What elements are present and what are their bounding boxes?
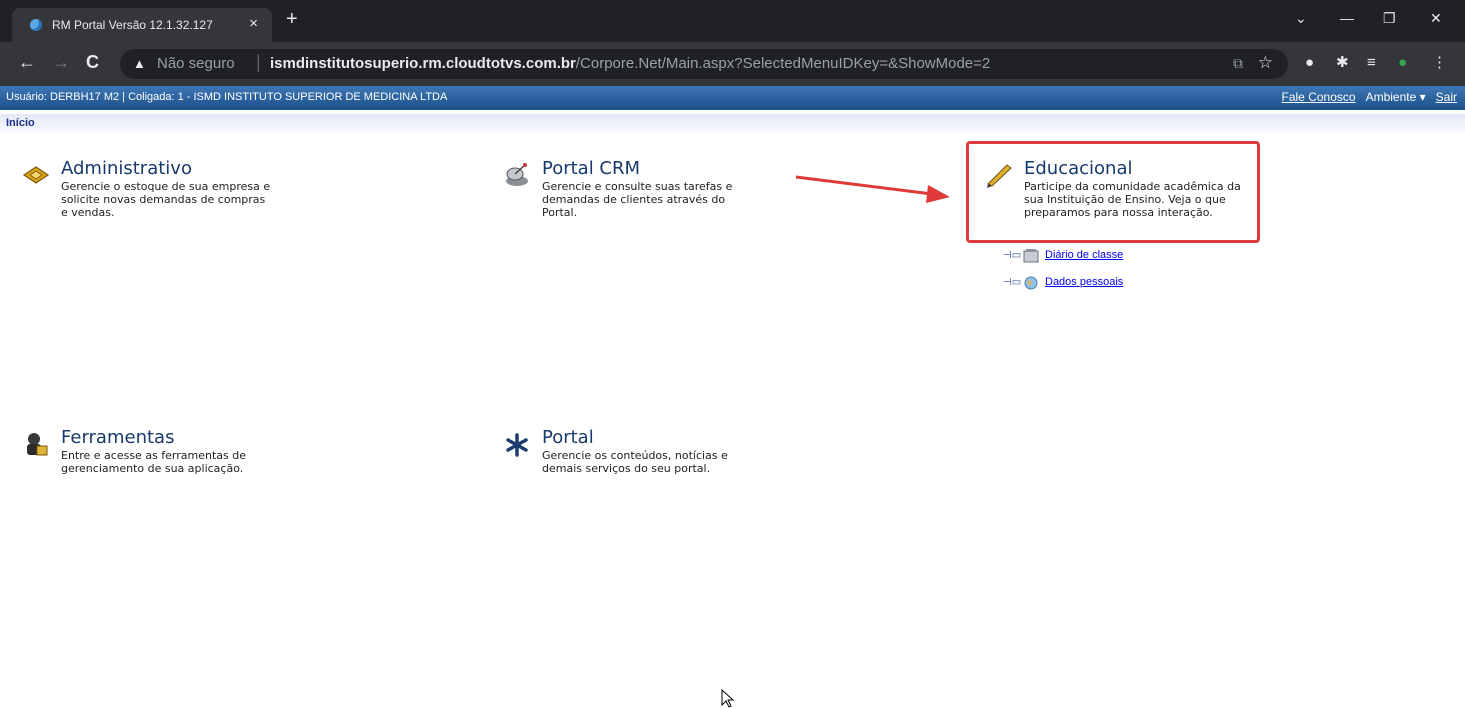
annotation-arrow [795,175,950,203]
pin-icon: ⊣▭ [1003,250,1022,261]
sair-link[interactable]: Sair [1436,90,1457,104]
new-tab-button[interactable]: + [286,9,298,29]
tab-title: RM Portal Versão 12.1.32.127 [52,18,213,32]
back-icon[interactable]: ← [18,53,36,71]
module-description: Gerencie os conteúdos, notícias e demais… [542,449,728,475]
module-title[interactable]: Administrativo [61,158,192,179]
address-separator: | [256,52,261,72]
satellite-icon [506,163,528,186]
diario-de-classe-link[interactable]: Diário de classe [1045,249,1123,261]
module-title[interactable]: Portal [542,427,594,448]
breadcrumb-bar: Início [0,114,1465,132]
mouse-cursor-icon [721,689,735,708]
extension-icon[interactable]: ● [1305,54,1314,72]
media-icon[interactable]: ≡ [1367,54,1376,72]
fale-conosco-link[interactable]: Fale Conosco [1282,90,1356,104]
breadcrumb: Início [6,117,35,129]
module-title[interactable]: Portal CRM [542,158,640,179]
security-label: Não seguro [157,55,235,72]
url-host: ismdinstitutosuperio.rm.cloudtotvs.com.b… [270,55,576,72]
tools-icon [27,433,48,456]
user-info: Usuário: DERBH17 M2 | Coligada: 1 - ISMD… [6,91,448,103]
browser-tabstrip: RM Portal Versão 12.1.32.127 × + ⌄ — ❐ ✕ [0,0,1465,42]
close-window-icon[interactable]: ✕ [1430,10,1442,27]
module-title[interactable]: Educacional [1024,158,1132,179]
browser-tab[interactable]: RM Portal Versão 12.1.32.127 × [12,8,272,42]
warning-icon: ▲ [133,56,146,71]
user-bar: Usuário: DERBH17 M2 | Coligada: 1 - ISMD… [0,86,1465,110]
reload-icon[interactable]: C [86,53,99,71]
tab-search-icon[interactable]: ⌄ [1295,10,1307,27]
menu-icon[interactable]: ⋮ [1432,54,1447,72]
ambiente-menu[interactable]: Ambiente ▾ [1366,90,1426,104]
tab-close-icon[interactable]: × [249,15,258,32]
book-icon [1023,249,1039,263]
bookmark-star-icon[interactable]: ☆ [1258,53,1273,73]
globe-icon [1024,276,1038,290]
module-title[interactable]: Ferramentas [61,427,174,448]
administrativo-icon [22,166,50,184]
module-description: Gerencie o estoque de sua empresa e soli… [61,180,271,219]
browser-toolbar: ← → C ▲ Não seguro | ismdinstitutosuperi… [0,42,1465,86]
module-educacional[interactable]: Educacional Participe da comunidade acad… [985,158,1255,238]
restore-icon[interactable]: ❐ [1383,10,1396,27]
dados-pessoais-link[interactable]: Dados pessoais [1045,276,1123,288]
pencil-icon [987,164,1012,188]
header-links: Fale Conosco Ambiente ▾ Sair [1282,90,1457,104]
module-description: Gerencie e consulte suas tarefas e deman… [542,180,733,219]
module-description: Entre e acesse as ferramentas de gerenci… [61,449,247,475]
forward-icon[interactable]: → [52,53,70,71]
module-ferramentas[interactable]: Ferramentas Entre e acesse as ferramenta… [22,427,352,487]
pin-icon: ⊣▭ [1003,277,1022,288]
url-path: /Corpore.Net/Main.aspx?SelectedMenuIDKey… [575,55,991,72]
module-description: Participe da comunidade acadêmica da sua… [1024,180,1241,219]
shield-icon[interactable]: ● [1398,54,1407,72]
asterisk-icon [506,433,528,457]
module-administrativo[interactable]: Administrativo Gerencie o estoque de sua… [22,158,352,228]
share-icon[interactable]: ⧉ [1233,55,1243,72]
address-bar[interactable]: ▲ Não seguro | ismdinstitutosuperio.rm.c… [120,49,1288,79]
module-portal-crm[interactable]: Portal CRM Gerencie e consulte suas tare… [503,158,833,228]
favicon-icon [30,19,42,31]
url-text: ismdinstitutosuperio.rm.cloudtotvs.com.b… [270,55,990,72]
minimize-icon[interactable]: — [1340,10,1354,26]
puzzle-icon[interactable]: ✱ [1336,54,1349,72]
module-portal[interactable]: Portal Gerencie os conteúdos, notícias e… [503,427,833,487]
